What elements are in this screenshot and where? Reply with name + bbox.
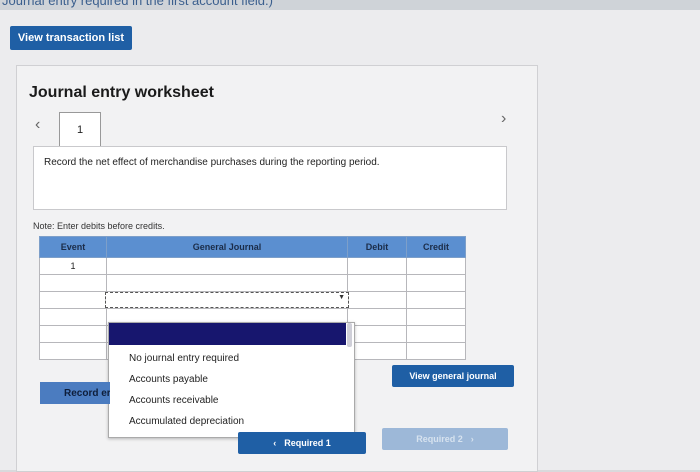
credit-cell[interactable] [406, 257, 466, 275]
debit-cell[interactable] [347, 291, 407, 309]
table-row: 1 [39, 257, 466, 275]
credit-cell[interactable] [406, 291, 466, 309]
journal-table-header: Event General Journal Debit Credit [39, 236, 466, 258]
next-required-label: Required 2 [416, 434, 463, 444]
dropdown-option[interactable]: Accounts receivable [129, 395, 219, 406]
event-column-header: Event [39, 236, 107, 258]
dropdown-scrollbar[interactable] [347, 323, 352, 347]
credit-cell[interactable] [406, 308, 466, 326]
main-panel: View transaction list Journal entry work… [0, 10, 700, 472]
debit-credit-note: Note: Enter debits before credits. [33, 221, 165, 231]
chevron-right-icon[interactable]: › [501, 110, 506, 128]
chevron-right-icon: › [470, 434, 474, 444]
credit-cell[interactable] [406, 274, 466, 292]
event-cell: 1 [39, 257, 107, 275]
account-cell[interactable] [106, 257, 348, 275]
view-transaction-list-button[interactable]: View transaction list [10, 26, 132, 50]
tab-entry-1[interactable]: 1 [59, 112, 101, 147]
credit-column-header: Credit [406, 236, 466, 258]
event-cell [39, 325, 107, 343]
top-instruction-text: Journal entry required in the first acco… [2, 0, 273, 8]
chevron-left-icon: ‹ [273, 438, 277, 448]
view-general-journal-button[interactable]: View general journal [392, 365, 514, 387]
debit-cell[interactable] [347, 257, 407, 275]
general-journal-column-header: General Journal [106, 236, 348, 258]
transaction-description-box: Record the net effect of merchandise pur… [33, 146, 507, 210]
dropdown-option[interactable]: Accumulated depreciation [129, 416, 244, 427]
dropdown-option[interactable]: Accounts payable [129, 374, 208, 385]
dropdown-highlighted-option[interactable] [109, 323, 346, 345]
transaction-description: Record the net effect of merchandise pur… [44, 157, 380, 168]
top-instruction-strip: Journal entry required in the first acco… [0, 0, 700, 10]
chevron-left-icon[interactable]: ‹ [35, 116, 40, 134]
debit-cell[interactable] [347, 308, 407, 326]
debit-cell[interactable] [347, 325, 407, 343]
event-cell [39, 291, 107, 309]
event-cell [39, 308, 107, 326]
account-select-field[interactable]: ▼ [105, 292, 349, 308]
account-dropdown-list: No journal entry required Accounts payab… [108, 322, 355, 438]
next-required-button[interactable]: Required 2 › [382, 428, 508, 450]
event-cell [39, 274, 107, 292]
record-entry-button[interactable]: Record er [40, 382, 110, 404]
account-cell[interactable] [106, 274, 348, 292]
table-row [39, 274, 466, 292]
prev-required-button[interactable]: ‹ Required 1 [238, 432, 366, 454]
prev-required-label: Required 1 [284, 438, 331, 448]
debit-cell[interactable] [347, 274, 407, 292]
event-cell [39, 342, 107, 360]
debit-cell[interactable] [347, 342, 407, 360]
dropdown-option[interactable]: No journal entry required [129, 353, 239, 364]
credit-cell[interactable] [406, 342, 466, 360]
chevron-down-icon[interactable]: ▼ [338, 294, 345, 301]
credit-cell[interactable] [406, 325, 466, 343]
worksheet-title: Journal entry worksheet [29, 84, 214, 101]
debit-column-header: Debit [347, 236, 407, 258]
